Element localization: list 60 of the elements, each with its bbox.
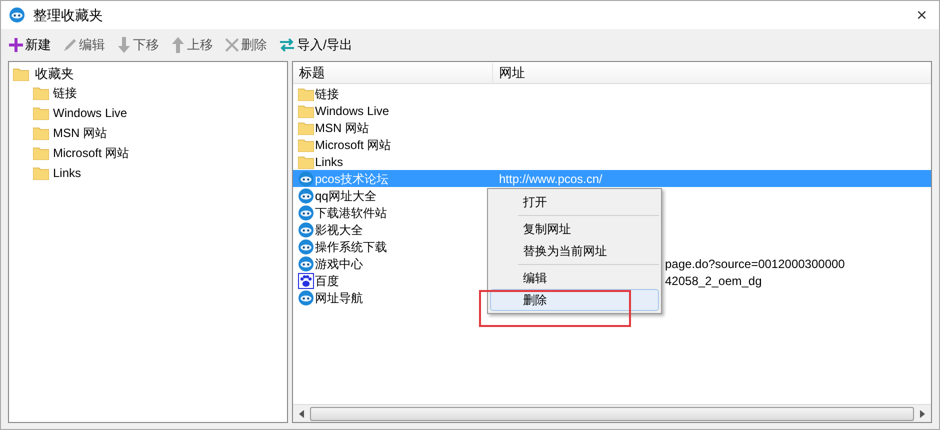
scroll-right-icon[interactable]	[920, 410, 925, 418]
mascot-icon	[298, 222, 314, 238]
column-header[interactable]: 网址	[493, 62, 525, 82]
title-cell[interactable]: 下载港软件站	[315, 204, 387, 222]
pencil-icon	[63, 38, 77, 52]
mascot-icon	[298, 204, 314, 220]
toolbar-button[interactable]: 导入/导出	[279, 35, 353, 55]
menu-item[interactable]: 删除	[490, 289, 659, 311]
folder-icon	[33, 166, 49, 180]
folder-icon	[298, 120, 314, 134]
title-cell[interactable]: 网址导航	[315, 288, 363, 306]
tree-item[interactable]: Microsoft 网站	[13, 143, 287, 163]
title-cell[interactable]: Windows Live	[315, 102, 390, 120]
scroll-left-icon[interactable]	[299, 410, 304, 418]
folder-icon	[298, 86, 314, 100]
menu-item[interactable]: 编辑	[518, 267, 659, 289]
plus-icon	[9, 38, 23, 52]
tree-item[interactable]: 链接	[13, 83, 287, 103]
tree-item[interactable]: Windows Live	[13, 103, 287, 123]
folder-icon	[33, 106, 49, 120]
url-cell-text: http://www.pcos.cn/	[498, 170, 602, 188]
mascot-icon	[298, 290, 314, 306]
title-cell[interactable]: MSN 网站	[315, 118, 369, 136]
title-cell[interactable]: 链接	[315, 84, 339, 102]
tree-item[interactable]: MSN 网站	[13, 123, 287, 143]
scrollbar-thumb[interactable]	[310, 406, 914, 420]
menu-item[interactable]: 替换为当前网址	[518, 240, 659, 262]
title-cell[interactable]: 操作系统下载	[315, 238, 387, 256]
folder-icon	[298, 138, 314, 152]
close-icon	[225, 38, 239, 52]
menu-item[interactable]: 复制网址	[518, 218, 659, 240]
menu-item[interactable]: 打开	[490, 191, 659, 213]
folder-icon	[33, 146, 49, 160]
mascot-icon	[9, 7, 25, 23]
title-cell[interactable]: Links	[315, 152, 344, 170]
mascot-icon	[298, 188, 314, 204]
title-cell[interactable]: Microsoft 网站	[315, 136, 392, 154]
url-cell-text: 42058_2_oem_dg	[665, 272, 762, 290]
swap-arrows-icon	[279, 38, 295, 52]
folder-icon	[33, 126, 49, 140]
title-cell[interactable]: 游戏中心	[315, 254, 363, 272]
title-cell[interactable]: 影视大全	[315, 220, 363, 238]
toolbar-button[interactable]: 新建	[9, 35, 51, 55]
url-cell-text: page.do?source=0012000300000	[665, 256, 845, 272]
tree-item[interactable]: 收藏夹	[13, 65, 287, 83]
mascot-icon	[298, 238, 314, 254]
folder-icon	[33, 86, 49, 100]
arrow-up-icon	[171, 37, 185, 53]
mascot-icon	[298, 170, 314, 186]
folder-icon	[298, 104, 314, 118]
folder-icon	[13, 67, 29, 81]
paw-icon	[298, 272, 314, 288]
title-cell[interactable]: 百度	[315, 272, 339, 290]
close-button[interactable]: ×	[912, 6, 931, 24]
arrow-down-icon	[117, 37, 131, 53]
column-header[interactable]: 标题	[293, 62, 493, 82]
mascot-icon	[298, 256, 314, 272]
window-title: 整理收藏夹	[33, 6, 103, 24]
tree-item[interactable]: Links	[13, 163, 287, 183]
title-cell[interactable]: qq网址大全	[315, 186, 376, 204]
